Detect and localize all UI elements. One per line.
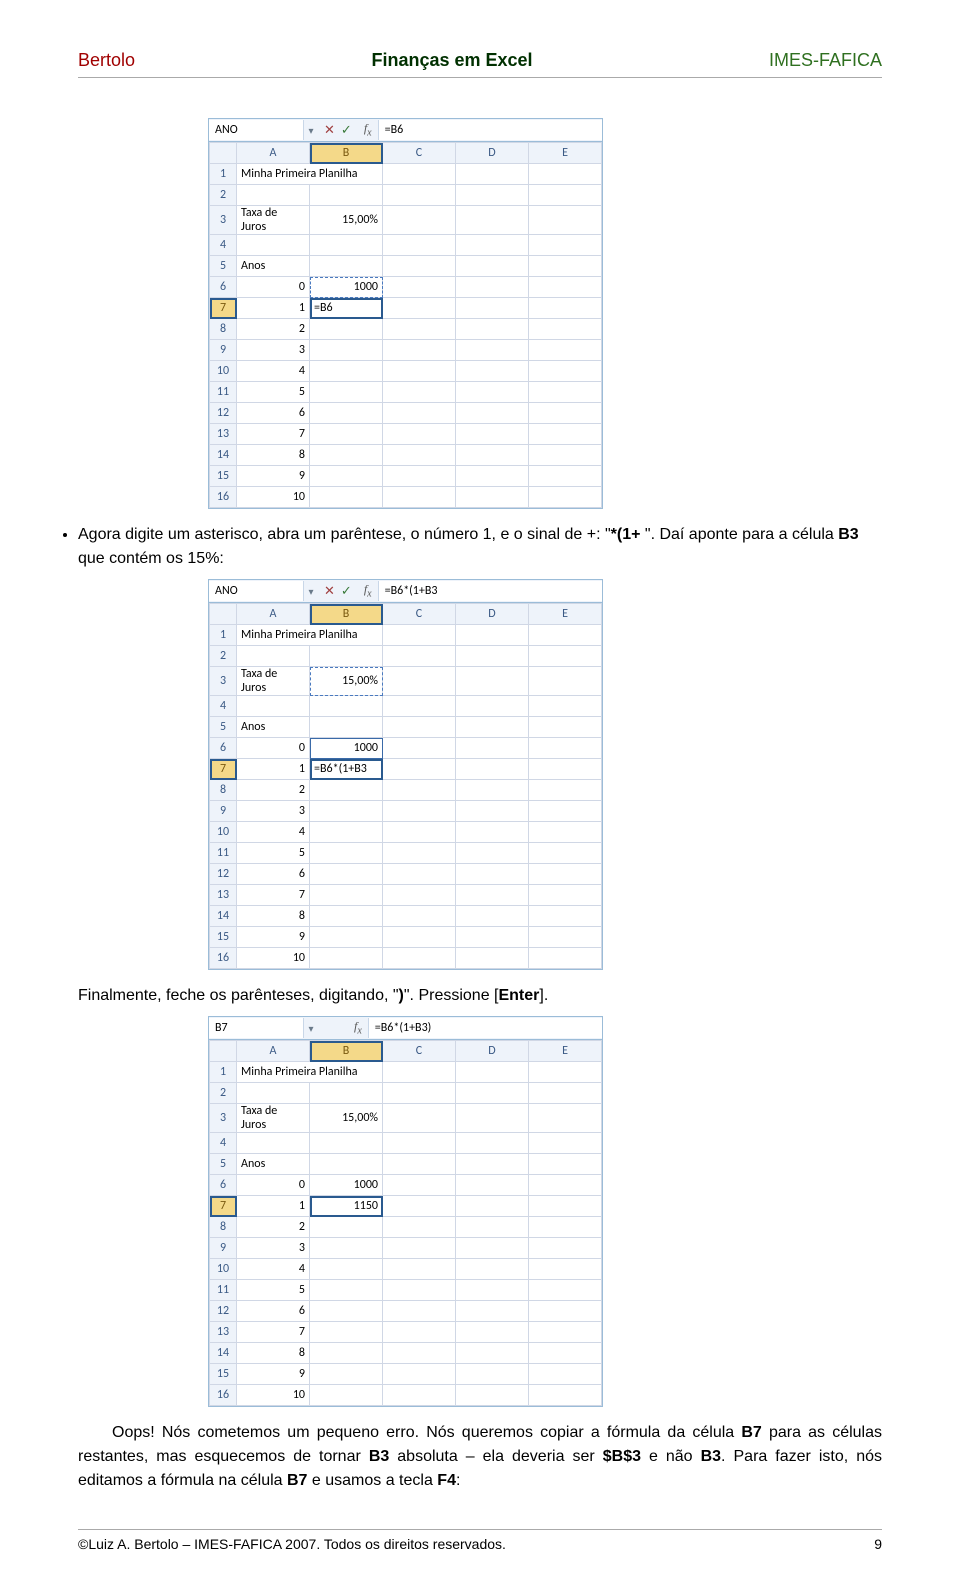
cell[interactable]: Minha Primeira Planilha (237, 164, 383, 185)
footer-left: ©Luiz A. Bertolo – IMES-FAFICA 2007. Tod… (78, 1536, 506, 1552)
row-header[interactable]: 4 (210, 235, 237, 256)
cell[interactable]: 3 (237, 340, 310, 361)
cell-active[interactable]: =B6 (310, 298, 383, 319)
enter-icon[interactable]: ✓ (341, 123, 352, 138)
cell[interactable]: 4 (237, 361, 310, 382)
row-header[interactable]: 2 (210, 185, 237, 206)
col-header-D[interactable]: D (456, 143, 529, 164)
header-left: Bertolo (78, 50, 135, 71)
fx-icon[interactable]: fx (358, 582, 378, 599)
header-separator (78, 77, 882, 78)
cell[interactable]: 9 (237, 466, 310, 487)
fx-icon[interactable]: fx (348, 1019, 368, 1036)
excel-screenshot-3: B7 ▾ fx =B6*(1+B3) ABCDE 1Minha Primeira… (208, 1016, 603, 1407)
name-box[interactable]: B7 (209, 1018, 304, 1038)
col-header-A[interactable]: A (237, 143, 310, 164)
col-header-B[interactable]: B (310, 143, 383, 164)
row-header[interactable]: 1 (210, 164, 237, 185)
row-header[interactable]: 9 (210, 340, 237, 361)
row-header[interactable]: 12 (210, 403, 237, 424)
col-header-E[interactable]: E (529, 143, 602, 164)
cell[interactable]: Anos (237, 256, 310, 277)
cell[interactable]: 7 (237, 424, 310, 445)
row-header[interactable]: 5 (210, 256, 237, 277)
cell[interactable]: 8 (237, 445, 310, 466)
formula-bar-input[interactable]: =B6*(1+B3) (368, 1018, 602, 1038)
row-header[interactable]: 16 (210, 487, 237, 508)
chevron-down-icon[interactable]: ▾ (304, 585, 318, 598)
excel-screenshot-1: ANO ▾ ✕ ✓ fx =B6 ABCDE 1Minha Primeira P… (208, 118, 603, 509)
row-header[interactable]: 11 (210, 382, 237, 403)
row-header[interactable]: 13 (210, 424, 237, 445)
enter-icon[interactable]: ✓ (341, 584, 352, 599)
name-box[interactable]: ANO (209, 581, 304, 601)
col-header-C[interactable]: C (383, 143, 456, 164)
bullet-step: Agora digite um asterisco, abra um parên… (78, 523, 882, 571)
cell[interactable]: 1 (237, 298, 310, 319)
formula-bar-input[interactable]: =B6*(1+B3 (378, 581, 602, 601)
page-number: 9 (874, 1536, 882, 1552)
cancel-icon[interactable]: ✕ (324, 584, 335, 599)
cell-active[interactable]: =B6*(1+B3 (310, 759, 383, 780)
cell[interactable]: 6 (237, 403, 310, 424)
row-header[interactable]: 10 (210, 361, 237, 382)
chevron-down-icon[interactable]: ▾ (304, 124, 318, 137)
header-right: IMES-FAFICA (769, 50, 882, 71)
name-box[interactable]: ANO (209, 120, 304, 140)
cell[interactable]: 0 (237, 277, 310, 298)
cancel-icon[interactable]: ✕ (324, 123, 335, 138)
excel-screenshot-2: ANO ▾ ✕ ✓ fx =B6*(1+B3 ABCDE 1Minha Prim… (208, 579, 603, 970)
cell[interactable]: 5 (237, 382, 310, 403)
row-header[interactable]: 6 (210, 277, 237, 298)
chevron-down-icon[interactable]: ▾ (304, 1022, 318, 1035)
paragraph: Finalmente, feche os parênteses, digitan… (78, 984, 882, 1008)
row-header[interactable]: 7 (210, 298, 237, 319)
header-center: Finanças em Excel (135, 50, 769, 71)
cell[interactable]: 15,00% (310, 206, 383, 235)
formula-bar-input[interactable]: =B6 (378, 120, 602, 140)
cell[interactable]: 2 (237, 319, 310, 340)
row-header[interactable]: 14 (210, 445, 237, 466)
cell[interactable]: 10 (237, 487, 310, 508)
cell[interactable]: Taxa de Juros (237, 206, 310, 235)
cell-active[interactable]: 1150 (310, 1196, 383, 1217)
row-header[interactable]: 8 (210, 319, 237, 340)
cell[interactable]: 1000 (310, 277, 383, 298)
fx-icon[interactable]: fx (358, 121, 378, 138)
paragraph-oops: Oops! Nós cometemos um pequeno erro. Nós… (78, 1421, 882, 1493)
row-header[interactable]: 15 (210, 466, 237, 487)
row-header[interactable]: 3 (210, 206, 237, 235)
